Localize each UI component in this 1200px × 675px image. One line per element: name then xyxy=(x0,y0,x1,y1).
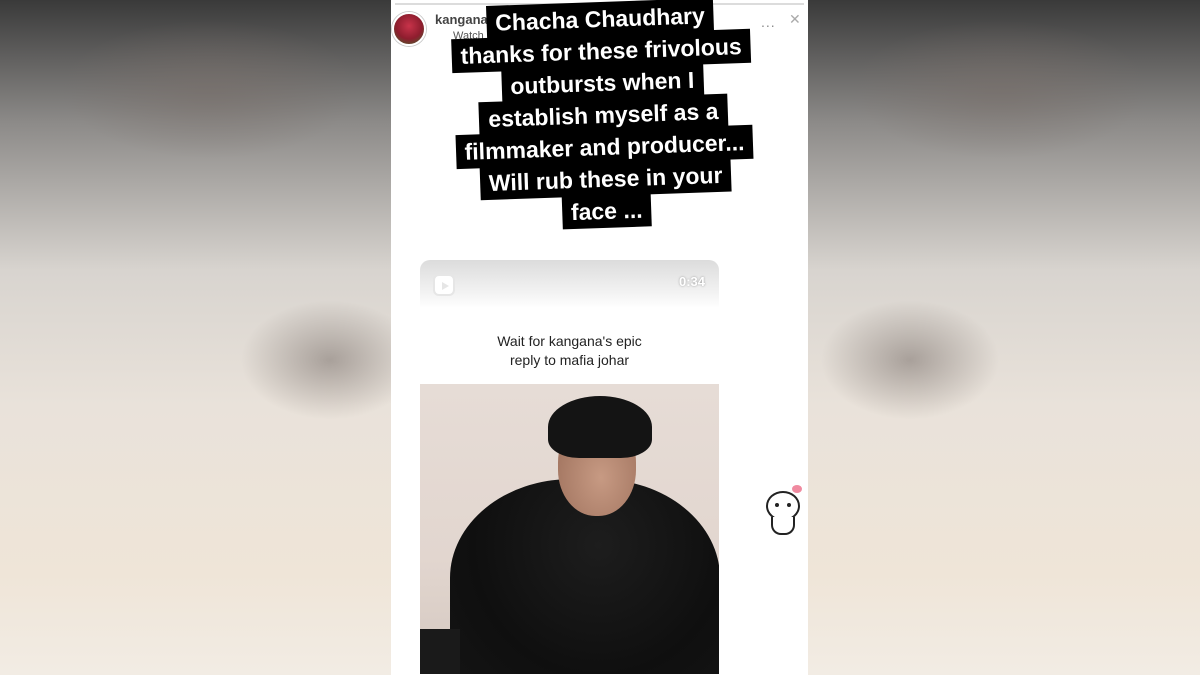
sticker-body xyxy=(771,517,795,535)
person-hair xyxy=(548,396,652,458)
reel-header: 0:34 xyxy=(420,260,719,308)
bear-sticker xyxy=(762,483,804,537)
story-text-caption: Chacha Chaudhary thanks for these frivol… xyxy=(391,0,808,235)
background-blur-shape xyxy=(820,300,1000,420)
sticker-eye xyxy=(787,503,791,507)
background-blur-shape xyxy=(60,20,360,160)
reel-icon xyxy=(433,274,455,296)
caption-line: face ... xyxy=(561,192,653,230)
reel-video-thumbnail[interactable] xyxy=(420,384,719,674)
reel-caption: Wait for kangana's epic reply to mafia j… xyxy=(420,332,719,370)
shared-reel-card[interactable]: 0:34 Wait for kangana's epic reply to ma… xyxy=(420,260,719,675)
sticker-eye xyxy=(775,503,779,507)
sticker-bow xyxy=(792,485,802,493)
reel-caption-line: reply to mafia johar xyxy=(509,352,630,368)
background-blur-shape xyxy=(850,20,1150,160)
story-frame[interactable]: kanganaranaut ✓ 14h Watch Full Reel › ..… xyxy=(391,0,808,675)
reel-duration: 0:34 xyxy=(678,274,705,289)
reel-caption-line: Wait for kangana's epic xyxy=(497,333,642,349)
chair-shape xyxy=(420,629,460,674)
